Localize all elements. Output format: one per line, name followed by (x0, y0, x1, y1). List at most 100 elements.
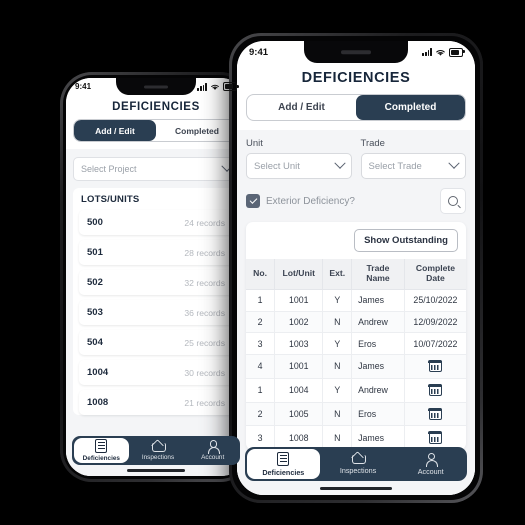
tab-add-edit[interactable]: Add / Edit (74, 120, 156, 141)
table-row[interactable]: 1 1004 Y Andrew (246, 378, 466, 403)
list-item[interactable]: 501 28 records (79, 240, 233, 265)
tab-deficiencies[interactable]: Deficiencies (74, 438, 129, 463)
lot-number: 504 (87, 337, 103, 348)
cell-complete-date: 25/10/2022 (404, 289, 466, 312)
wifi-icon (211, 84, 219, 90)
tab-completed[interactable]: Completed (156, 120, 238, 141)
column-header-complete-date: Complete Date (404, 259, 466, 290)
exterior-deficiency-checkbox[interactable] (246, 194, 260, 208)
cell-complete-date-picker[interactable] (404, 402, 466, 427)
lot-records: 21 records (184, 397, 225, 408)
battery-icon (449, 47, 465, 57)
lot-number: 503 (87, 307, 103, 318)
cell-no: 3 (246, 332, 276, 356)
table-body: 1 1001 Y James 25/10/2022 2 1002 N Andre… (246, 289, 466, 451)
tab-account[interactable]: Account (394, 447, 467, 481)
lot-records: 28 records (184, 247, 225, 258)
list-item[interactable]: 504 25 records (79, 330, 233, 355)
table-row[interactable]: 2 1005 N Eros (246, 402, 466, 427)
lot-records: 25 records (184, 337, 225, 348)
lot-number: 1004 (87, 367, 109, 378)
trade-select[interactable]: Select Trade (360, 153, 466, 179)
list-item[interactable]: 1008 21 records (79, 390, 233, 415)
cell-trade-name: Eros (351, 332, 405, 356)
cell-no: 2 (246, 402, 276, 427)
cell-ext: N (322, 311, 353, 334)
calendar-icon (428, 407, 443, 421)
tab-label: Account (417, 466, 444, 476)
results-card-toolbar: Show Outstanding (246, 222, 466, 259)
unit-select[interactable]: Select Unit (246, 153, 352, 179)
project-select[interactable]: Select Project (73, 157, 239, 181)
cellular-signal-icon (197, 82, 207, 91)
segmented-control[interactable]: Add / Edit Completed (246, 94, 466, 121)
lot-records: 24 records (184, 217, 225, 228)
list-item[interactable]: 1004 30 records (79, 360, 233, 385)
table-row[interactable]: 2 1002 N Andrew 12/09/2022 (246, 311, 466, 334)
segmented-control[interactable]: Add / Edit Completed (73, 119, 239, 142)
results-card: Show Outstanding No. Lot/Unit Ext. Trade… (246, 222, 466, 451)
cell-ext: Y (322, 378, 353, 403)
chevron-down-icon (448, 157, 460, 169)
cell-trade-name: James (351, 354, 405, 379)
tab-label: Inspections (141, 453, 175, 461)
screenshot-stage: 9:41 DEFICIENCIES Add / Edit Completed S… (0, 0, 525, 525)
cell-no: 1 (246, 378, 276, 403)
show-outstanding-button[interactable]: Show Outstanding (354, 229, 458, 252)
calendar-icon (428, 431, 443, 444)
cell-trade-name: Eros (351, 402, 405, 427)
search-button[interactable] (440, 188, 466, 214)
column-header-ext: Ext. (322, 259, 353, 290)
project-select-placeholder: Select Project (81, 164, 137, 174)
cell-complete-date: 12/09/2022 (404, 311, 466, 334)
app-screen-add-edit: 9:41 DEFICIENCIES Add / Edit Completed S… (66, 78, 246, 476)
app-screen-completed: 9:41 DEFICIENCIES Add / Edit Completed U… (237, 41, 475, 495)
filter-row: Unit Select Unit Trade Select Trade (237, 130, 475, 179)
tab-inspections[interactable]: Inspections (131, 436, 186, 465)
tab-add-edit[interactable]: Add / Edit (247, 95, 356, 120)
home-icon (352, 453, 366, 464)
phone-mockup-back: 9:41 DEFICIENCIES Add / Edit Completed S… (60, 72, 252, 482)
lot-number: 500 (87, 217, 103, 228)
list-item[interactable]: 503 36 records (79, 300, 233, 325)
list-item[interactable]: 502 32 records (79, 270, 233, 295)
exterior-deficiency-control[interactable]: Exterior Deficiency? (246, 194, 355, 208)
table-row[interactable]: 1 1001 Y James 25/10/2022 (246, 289, 466, 312)
deficiencies-table: No. Lot/Unit Ext. Trade Name Complete Da… (246, 259, 466, 451)
tab-label: Deficiencies (262, 467, 305, 477)
phone-screen-front: 9:41 DEFICIENCIES Add / Edit Completed U… (237, 41, 475, 495)
table-header: No. Lot/Unit Ext. Trade Name Complete Da… (246, 259, 466, 290)
tab-label: Account (201, 454, 225, 461)
page-title: DEFICIENCIES (301, 70, 411, 86)
document-icon (95, 439, 108, 453)
status-time: 9:41 (249, 46, 269, 58)
cellular-signal-icon (422, 48, 432, 56)
status-bar: 9:41 (66, 78, 246, 95)
status-icons (197, 82, 239, 91)
wifi-icon (436, 49, 445, 56)
lot-records: 32 records (184, 277, 225, 288)
column-header-lot-unit: Lot/Unit (274, 259, 324, 290)
table-row[interactable]: 3 1003 Y Eros 10/07/2022 (246, 332, 466, 356)
cell-complete-date-picker[interactable] (404, 378, 466, 403)
list-item[interactable]: 500 24 records (79, 210, 233, 235)
home-indicator (127, 469, 185, 472)
cell-ext: Y (322, 332, 353, 356)
status-time: 9:41 (75, 82, 92, 91)
cell-complete-date-picker[interactable] (404, 354, 466, 379)
bottom-tab-bar[interactable]: Deficiencies Inspections Account (245, 447, 467, 481)
exterior-deficiency-row: Exterior Deficiency? (237, 179, 475, 214)
table-row[interactable]: 4 1001 N James (246, 354, 466, 379)
tab-deficiencies[interactable]: Deficiencies (247, 449, 320, 479)
lot-number: 502 (87, 277, 103, 288)
tab-inspections[interactable]: Inspections (322, 447, 395, 481)
bottom-tab-bar[interactable]: Deficiencies Inspections Account (72, 436, 240, 465)
status-bar: 9:41 (237, 41, 475, 63)
cell-lot-unit: 1005 (274, 402, 324, 427)
cell-trade-name: James (351, 289, 405, 312)
cell-ext: N (322, 402, 353, 427)
tab-account[interactable]: Account (185, 436, 240, 465)
trade-label: Trade (360, 138, 385, 149)
cell-no: 2 (246, 311, 276, 334)
tab-completed[interactable]: Completed (356, 95, 465, 120)
